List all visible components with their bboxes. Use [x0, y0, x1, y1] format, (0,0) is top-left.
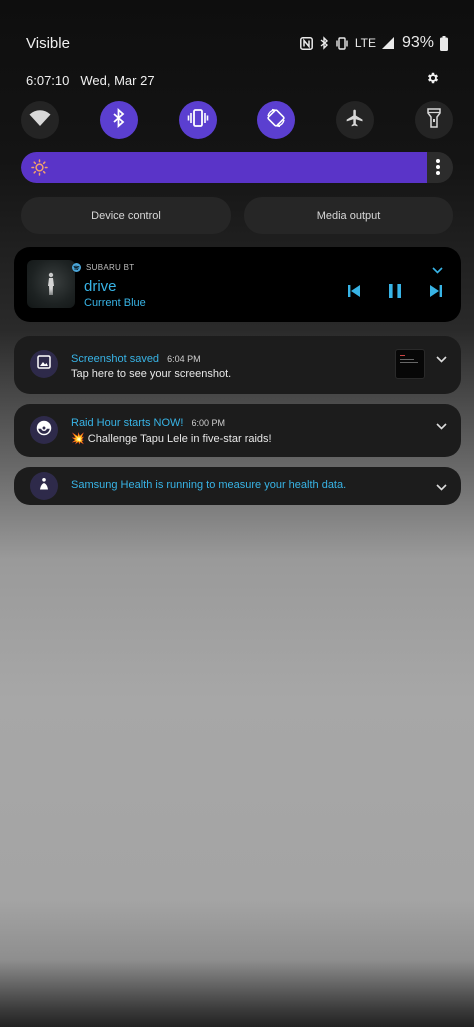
notification-title-text: Raid Hour starts NOW!	[71, 417, 184, 429]
pokeball-icon	[36, 420, 52, 441]
album-art	[27, 260, 75, 308]
notification-title-text: Samsung Health is running to measure you…	[71, 479, 347, 491]
skip-next-icon	[429, 284, 443, 303]
notification-time: 6:04 PM	[167, 354, 201, 364]
flashlight-icon	[427, 107, 441, 133]
vibrate-toggle[interactable]	[178, 101, 217, 139]
track-title: drive	[84, 278, 117, 295]
brightness-level-fill	[21, 152, 428, 183]
sun-icon	[31, 159, 48, 181]
flashlight-toggle[interactable]	[414, 101, 453, 139]
notification-raid-hour[interactable]: Raid Hour starts NOW! 6:00 PM 💥 Challenge…	[14, 404, 461, 457]
panel-header: 6:07:10 Wed, Mar 27	[26, 70, 440, 90]
network-type: LTE	[354, 36, 376, 50]
screenshot-thumbnail[interactable]	[395, 349, 425, 379]
clock: 6:07:10	[26, 72, 70, 88]
skip-previous-icon	[347, 284, 361, 303]
notification-title-text: Screenshot saved	[71, 353, 160, 365]
battery-level: 93%	[401, 34, 434, 51]
notification-text: Tap here to see your screenshot.	[71, 368, 232, 380]
notification-title: Screenshot saved 6:04 PM	[71, 353, 201, 365]
date: Wed, Mar 27	[80, 72, 155, 88]
pause-icon	[388, 283, 402, 304]
airplane-mode-toggle[interactable]	[336, 101, 375, 139]
status-icons: LTE 93%	[299, 34, 448, 52]
bluetooth-toggle[interactable]	[99, 101, 138, 139]
media-output-button[interactable]: Media output	[244, 197, 453, 234]
chevron-down-icon[interactable]	[436, 417, 447, 435]
clock-date[interactable]: 6:07:10 Wed, Mar 27	[26, 73, 155, 88]
app-icon-container	[30, 350, 58, 378]
carrier-name: Visible	[26, 34, 70, 52]
notification-text: 💥 Challenge Tapu Lele in five-star raids…	[71, 433, 272, 445]
brightness-more-icon[interactable]	[435, 159, 441, 177]
next-track-button[interactable]	[427, 284, 445, 302]
vibrate-icon	[335, 36, 349, 50]
battery-icon	[440, 35, 448, 51]
rotate-icon	[265, 107, 287, 134]
media-device-name: SUBARU BT	[86, 263, 135, 272]
chevron-down-icon[interactable]	[436, 350, 447, 368]
airplane-icon	[345, 108, 365, 133]
media-source: SUBARU BT	[72, 263, 135, 272]
bluetooth-icon	[112, 107, 126, 133]
device-control-button[interactable]: Device control	[21, 197, 231, 234]
auto-rotate-toggle[interactable]	[257, 101, 296, 139]
notification-title: Raid Hour starts NOW! 6:00 PM	[71, 417, 225, 429]
spotify-icon	[72, 263, 81, 272]
gear-icon[interactable]	[426, 71, 440, 90]
wifi-icon	[29, 109, 51, 132]
signal-icon	[381, 37, 394, 49]
bluetooth-icon	[319, 36, 329, 50]
track-artist: Current Blue	[84, 297, 146, 309]
chevron-down-icon[interactable]	[432, 261, 443, 279]
app-icon-container	[30, 416, 58, 444]
vibrate-icon	[187, 108, 209, 133]
app-icon-container	[30, 472, 58, 500]
nfc-icon	[299, 36, 313, 50]
image-icon	[37, 354, 51, 374]
pause-button[interactable]	[386, 283, 404, 304]
health-icon	[37, 477, 51, 496]
previous-track-button[interactable]	[345, 284, 363, 302]
notification-time: 6:00 PM	[191, 418, 225, 428]
status-bar: Visible LTE 93%	[26, 30, 448, 56]
brightness-slider[interactable]	[21, 152, 453, 183]
notification-samsung-health[interactable]: Samsung Health is running to measure you…	[14, 467, 461, 505]
notification-screenshot[interactable]: Screenshot saved 6:04 PM Tap here to see …	[14, 336, 461, 394]
quick-settings	[21, 101, 453, 141]
wifi-toggle[interactable]	[21, 101, 59, 139]
chevron-down-icon[interactable]	[436, 478, 447, 496]
